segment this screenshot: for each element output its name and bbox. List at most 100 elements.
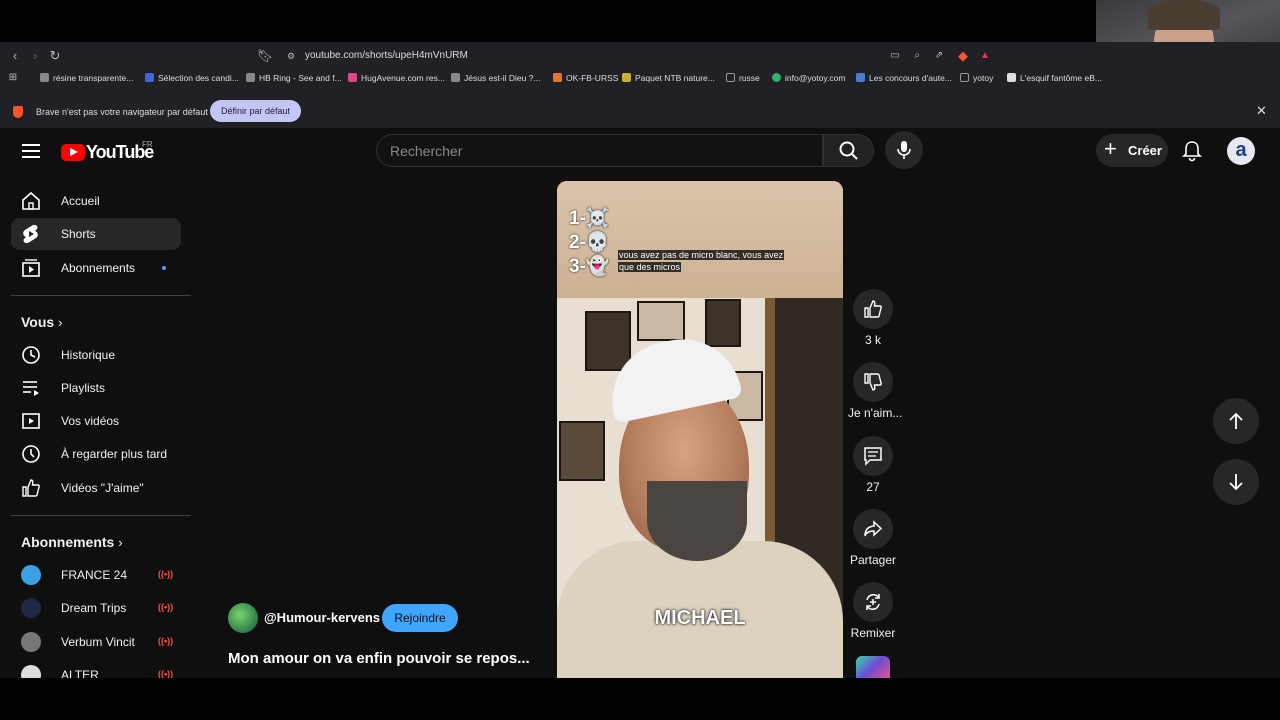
sidebar-item-label: Playlists: [61, 381, 106, 395]
remix-action[interactable]: Remixer: [848, 582, 898, 640]
back-icon[interactable]: ‹: [6, 47, 24, 65]
bookmarks-bar: ⊞ résine transparente... Sélection des c…: [0, 69, 1102, 90]
set-default-button[interactable]: Définir par défaut: [210, 100, 301, 122]
bookmark-item[interactable]: Paquet NTB nature...: [622, 73, 715, 83]
history-icon: [22, 346, 40, 364]
channel-avatar: [21, 565, 41, 585]
remix-button[interactable]: [853, 582, 893, 622]
sidebar-item-label: Historique: [61, 348, 116, 362]
video-subject: [647, 481, 747, 561]
you-heading-label: Vous: [21, 314, 55, 330]
playlists-icon: [23, 381, 39, 396]
search-input[interactable]: Rechercher: [376, 134, 823, 167]
subscription-item[interactable]: Verbum Vincit ((•)): [11, 626, 181, 658]
microphone-icon: [897, 141, 911, 159]
sound-thumbnail[interactable]: [856, 656, 890, 678]
zoom-icon[interactable]: ⌕: [908, 47, 926, 65]
dislike-button[interactable]: [853, 362, 893, 402]
sidebar-item-playlists[interactable]: Playlists: [11, 372, 181, 404]
short-video-player[interactable]: 1-☠️ 2-💀 3-👻 vous avez pas de micro blan…: [557, 181, 843, 678]
search-icon: [839, 141, 858, 160]
notifications-bell-icon[interactable]: [1181, 140, 1203, 162]
previous-short-button[interactable]: [1213, 398, 1259, 444]
liked-videos-icon: [22, 479, 40, 497]
sidebar-subscriptions-heading[interactable]: Abonnements ›: [21, 534, 123, 550]
channel-name: Verbum Vincit: [61, 635, 135, 649]
bookmark-folder[interactable]: yotoy: [960, 73, 993, 83]
live-icon: ((•)): [158, 602, 174, 612]
wall-frame: [585, 311, 631, 371]
site-info-icon[interactable]: ⚙: [282, 47, 300, 65]
brave-rewards-icon[interactable]: ▲: [976, 47, 994, 65]
share-action[interactable]: Partager: [848, 509, 898, 567]
bookmark-item[interactable]: résine transparente...: [40, 73, 133, 83]
chevron-right-icon: ›: [58, 315, 63, 330]
bookmark-icon[interactable]: 🔖︎: [256, 47, 274, 65]
bookmark-item[interactable]: HugAvenue.com res...: [348, 73, 445, 83]
comments-button[interactable]: [853, 436, 893, 476]
chevron-right-icon: ›: [118, 535, 123, 550]
watch-later-icon: [22, 445, 40, 463]
menu-icon[interactable]: [22, 144, 40, 158]
apps-grid-icon[interactable]: ⊞: [4, 69, 22, 87]
video-caption: vous avez pas de micro blanc, vous avez …: [618, 249, 796, 273]
overlay-line: 1-☠️: [569, 208, 610, 229]
sidebar-divider: [11, 295, 191, 296]
wall-frame: [637, 301, 685, 341]
address-bar[interactable]: youtube.com/shorts/upeH4mVnURM: [305, 50, 468, 61]
account-avatar[interactable]: a: [1227, 137, 1255, 165]
subscription-item[interactable]: FRANCE 24 ((•)): [11, 559, 181, 591]
dislike-action[interactable]: Je n'aim...: [848, 362, 902, 420]
voice-search-button[interactable]: [885, 131, 923, 169]
join-button[interactable]: Rejoindre: [382, 604, 458, 632]
bookmark-item[interactable]: info@yotoy.com: [772, 73, 845, 83]
overlay-line: 3-👻: [569, 256, 610, 277]
reload-icon[interactable]: ↻: [46, 47, 64, 65]
sidebar-item-watch-later[interactable]: À regarder plus tard: [11, 438, 181, 470]
arrow-up-icon: [1229, 412, 1243, 429]
sidebar-you-heading[interactable]: Vous ›: [21, 314, 62, 330]
sidebar-item-subscriptions[interactable]: Abonnements: [11, 252, 181, 284]
sidebar-item-liked-videos[interactable]: Vidéos "J'aime": [11, 472, 181, 504]
comments-action[interactable]: 27: [848, 436, 898, 494]
short-title[interactable]: Mon amour on va enfin pouvoir se repos..…: [228, 650, 530, 667]
like-action[interactable]: 3 k: [848, 289, 898, 347]
like-count: 3 k: [864, 333, 881, 347]
create-button[interactable]: + Créer: [1096, 134, 1168, 167]
bookmark-item[interactable]: OK-FB-URSS: [553, 73, 618, 83]
bookmark-item[interactable]: L'esquif fantôme eB...: [1007, 73, 1102, 83]
browser-nav-row: ‹ › ↻ 🔖︎ ⚙ youtube.com/shorts/upeH4mVnUR…: [0, 42, 1096, 69]
plus-icon: +: [1104, 136, 1117, 161]
channel-name[interactable]: @Humour-kervens: [264, 610, 380, 625]
sidebar-item-your-videos[interactable]: Vos vidéos: [11, 405, 181, 437]
bookmark-item[interactable]: Jésus est-il Dieu ?...: [451, 73, 541, 83]
cast-icon[interactable]: ▭: [886, 47, 904, 65]
channel-avatar[interactable]: [228, 603, 258, 633]
share-page-icon[interactable]: ⇗: [930, 47, 948, 65]
shorts-icon: [23, 224, 38, 244]
channel-name: FRANCE 24: [61, 568, 128, 582]
bookmark-folder[interactable]: russe: [726, 73, 760, 83]
like-button[interactable]: [853, 289, 893, 329]
comment-count: 27: [866, 480, 880, 494]
search-button[interactable]: [823, 134, 874, 167]
channel-avatar: [21, 598, 41, 618]
screen-bottom-bar: [0, 678, 1280, 720]
close-icon[interactable]: ✕: [1256, 103, 1267, 119]
channel-name: Dream Trips: [61, 601, 127, 615]
screen-top-bar: [0, 0, 1280, 42]
brave-shield-icon[interactable]: ◆: [954, 47, 972, 65]
bookmark-item[interactable]: Les concours d'aute...: [856, 73, 952, 83]
share-button[interactable]: [853, 509, 893, 549]
bookmark-item[interactable]: HB Ring - See and f...: [246, 73, 342, 83]
sidebar-item-label: Vidéos "J'aime": [61, 481, 144, 495]
sidebar-item-history[interactable]: Historique: [11, 339, 181, 371]
next-short-button[interactable]: [1213, 459, 1259, 505]
forward-icon[interactable]: ›: [26, 47, 44, 65]
bookmark-item[interactable]: Sélection des candi...: [145, 73, 239, 83]
subscription-item[interactable]: ALTER ((•)): [11, 659, 181, 678]
sidebar-item-shorts[interactable]: Shorts: [11, 218, 181, 250]
wall-frame: [705, 299, 741, 347]
sidebar-item-home[interactable]: Accueil: [11, 185, 181, 217]
subscription-item[interactable]: Dream Trips ((•)): [11, 592, 181, 624]
